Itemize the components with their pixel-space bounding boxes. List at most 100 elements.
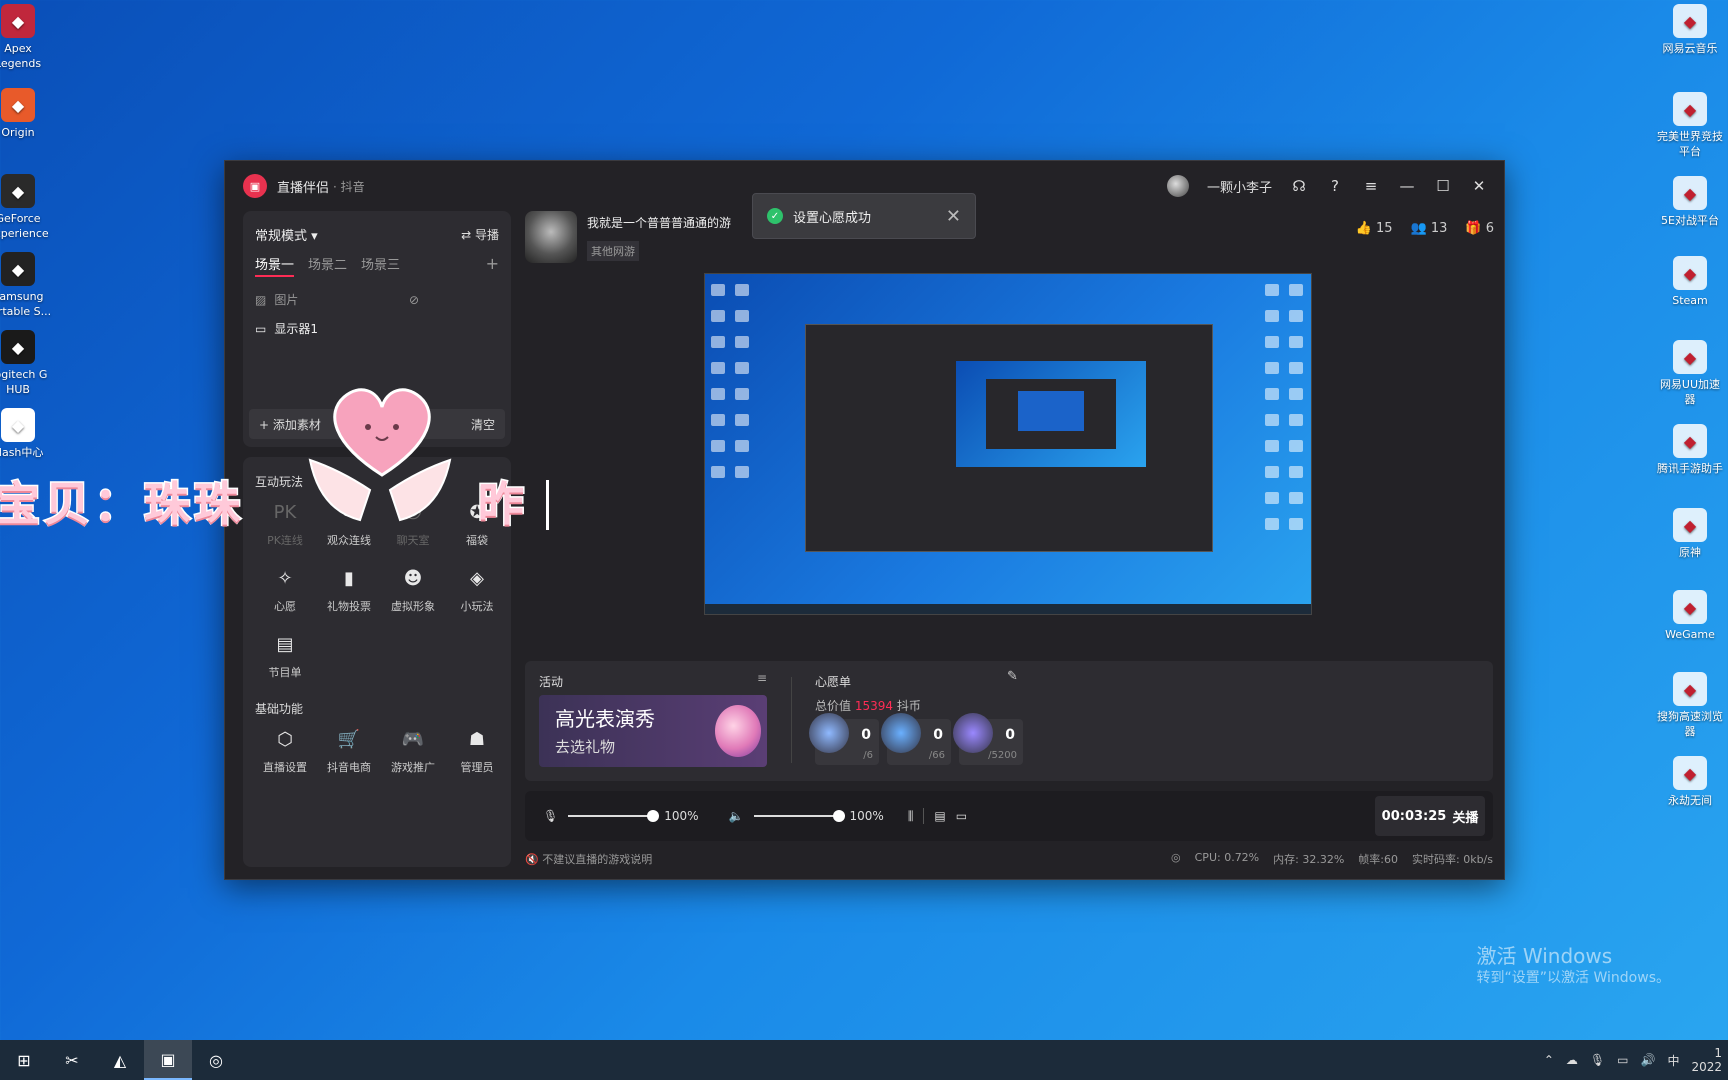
source-display[interactable]: ▭ 显示器1 xyxy=(255,320,499,337)
gamepad-icon: 🎮 xyxy=(401,728,425,750)
tool-gamepad[interactable]: 🎮 游戏推广 xyxy=(383,725,443,775)
wish-gift[interactable]: 0/5200 xyxy=(953,713,1023,765)
source-image[interactable]: ▨ 图片 ⊘ xyxy=(255,291,499,308)
windows-taskbar: ⊞ ✂ ◭ ▣ ◎ ⌃ ☁ 🎙 ▭ 🔊 中 1 2022 xyxy=(0,1040,1728,1080)
app-icon[interactable]: ◭ xyxy=(96,1040,144,1080)
stream-stats: 👍 15 👥 13 🎁 6 xyxy=(1356,221,1494,236)
desktop-icon[interactable]: ◆Apex Legends xyxy=(0,4,58,71)
streamer-avatar[interactable] xyxy=(525,211,577,263)
desktop-icon[interactable]: ◆ 腾讯手游助手 xyxy=(1650,424,1728,476)
clock[interactable]: 1 2022 xyxy=(1691,1046,1722,1074)
add-source-button[interactable]: + 添加素材 xyxy=(259,416,321,433)
network-icon[interactable]: ▭ xyxy=(1617,1053,1628,1067)
tool-program[interactable]: ▤ 节目单 xyxy=(255,630,315,680)
edit-icon[interactable]: ✎ xyxy=(1007,669,1018,684)
tool-wish[interactable]: ✧ 心愿 xyxy=(255,564,315,614)
tray-up-icon[interactable]: ⌃ xyxy=(1544,1053,1554,1067)
user-name[interactable]: 一颗小李子 xyxy=(1207,177,1272,196)
layout-icon[interactable]: ▤ xyxy=(934,809,945,823)
stream-title[interactable]: 我就是一个普普普通通的游 xyxy=(587,214,731,231)
stream-preview[interactable] xyxy=(704,273,1312,615)
desktop-icon[interactable]: ◆Samsung Portable S... xyxy=(0,252,58,319)
desktop-icon[interactable]: ◆GeForce Experience xyxy=(0,174,58,241)
desktop-icon[interactable]: ◆ WeGame xyxy=(1650,590,1728,642)
activity-menu-icon[interactable]: ≡ xyxy=(757,671,767,685)
desktop-icon[interactable]: ◆ 搜狗高速浏览 器 xyxy=(1650,672,1728,739)
pk-icon: PK xyxy=(273,501,297,523)
tool-admin[interactable]: ☗ 管理员 xyxy=(447,725,507,775)
activate-windows-watermark: 激活 Windows 转到“设置”以激活 Windows。 xyxy=(1476,944,1670,986)
tab-scene-1[interactable]: 场景一 xyxy=(255,254,295,277)
tab-scene-3[interactable]: 场景三 xyxy=(361,254,400,277)
admin-icon: ☗ xyxy=(468,728,486,750)
mode-select[interactable]: 常规模式 ▾ xyxy=(255,225,318,244)
mic-icon[interactable]: 🎙 xyxy=(543,809,558,823)
tencent-icon: ◆ xyxy=(1673,424,1707,458)
tool-ecommerce[interactable]: 🛒 抖音电商 xyxy=(319,725,379,775)
user-avatar[interactable] xyxy=(1166,175,1189,197)
mini-game-icon: ◈ xyxy=(470,567,484,589)
headset-icon[interactable]: ☊ xyxy=(1290,177,1308,195)
desktop-icon[interactable]: ◆ Steam xyxy=(1650,256,1728,308)
speaker-volume-slider[interactable] xyxy=(753,810,845,822)
program-icon: ▤ xyxy=(276,633,294,655)
gift-vote-icon: ▮ xyxy=(344,567,354,589)
tool-avatar[interactable]: ☻ 虚拟形象 xyxy=(383,564,443,614)
speaker-icon[interactable]: 🔈 xyxy=(729,809,744,823)
frame-rate: 帧率:60 xyxy=(1358,853,1398,866)
tab-scene-2[interactable]: 场景二 xyxy=(308,254,347,277)
cpu-usage: CPU: 0.72% xyxy=(1194,851,1260,864)
mic-tray-icon[interactable]: 🎙 xyxy=(1590,1053,1605,1067)
help-icon[interactable]: ? xyxy=(1326,177,1344,195)
wegame-icon: ◆ xyxy=(1673,590,1707,624)
add-scene-icon[interactable]: + xyxy=(486,254,499,277)
toast-close-icon[interactable]: ✕ xyxy=(946,206,961,227)
wish-gift[interactable]: 0/6 xyxy=(809,713,879,765)
live-companion-taskbar-icon[interactable]: ▣ xyxy=(144,1040,192,1080)
desktop-icon[interactable]: ◆ 完美世界竞技 平台 xyxy=(1650,92,1728,159)
stop-live-button[interactable]: 00:03:25 关播 xyxy=(1375,796,1485,836)
desktop-icon[interactable]: ◆Logitech G HUB xyxy=(0,330,58,397)
capcut-icon[interactable]: ✂ xyxy=(48,1040,96,1080)
volume-icon[interactable]: 🔊 xyxy=(1640,1053,1655,1067)
sogou-icon: ◆ xyxy=(1673,672,1707,706)
tool-mini-game[interactable]: ◈ 小玩法 xyxy=(447,564,507,614)
camera-icon[interactable]: ▭ xyxy=(956,809,967,823)
app-name: 直播伴侣 xyxy=(277,180,330,196)
streamer-info: 我就是一个普普普通通的游 其他网游 xyxy=(525,211,731,263)
desktop-icon[interactable]: ◆ 永劫无间 xyxy=(1650,756,1728,808)
highlight-show-banner[interactable]: 高光表演秀 去选礼物 xyxy=(539,695,767,767)
speaker-volume-value: 100% xyxy=(849,809,884,823)
hidden-eye-icon[interactable]: ⊘ xyxy=(409,293,419,307)
desktop-icon[interactable]: ◆ 网易云音乐 xyxy=(1650,4,1728,56)
wish-gift[interactable]: 0/66 xyxy=(881,713,951,765)
monitor-icon: ▭ xyxy=(255,321,267,336)
task-view-icon[interactable]: ⊞ xyxy=(0,1040,48,1080)
tool-live-settings[interactable]: ⬡ 直播设置 xyxy=(255,725,315,775)
status-footer: 🔇 不建议直播的游戏说明 ◎ CPU: 0.72% 内存: 32.32% 帧率:… xyxy=(525,851,1493,867)
desktop-icon[interactable]: ◆ 原神 xyxy=(1650,508,1728,560)
guide-button[interactable]: ⇄ 导播 xyxy=(461,226,499,243)
desktop-icon[interactable]: ◆ 网易UU加速 器 xyxy=(1650,340,1728,407)
game-notice-link[interactable]: 🔇 不建议直播的游戏说明 xyxy=(525,851,652,867)
maximize-button[interactable]: ☐ xyxy=(1434,177,1452,195)
obs-icon[interactable]: ◎ xyxy=(192,1040,240,1080)
cloud-icon[interactable]: ☁ xyxy=(1566,1053,1578,1067)
clear-button[interactable]: 清空 xyxy=(471,416,495,433)
mixer-icon[interactable]: ⫼ xyxy=(908,809,914,824)
nested-preview xyxy=(805,324,1213,552)
minimize-button[interactable]: — xyxy=(1398,177,1416,195)
mic-volume-slider[interactable] xyxy=(568,810,660,822)
naraka-icon: ◆ xyxy=(1673,756,1707,790)
stream-category[interactable]: 其他网游 xyxy=(587,240,639,261)
toast-message: 设置心愿成功 xyxy=(793,210,872,226)
close-button[interactable]: ✕ xyxy=(1470,177,1488,195)
desktop-icon[interactable]: ◆Flash中心 xyxy=(0,408,58,460)
desktop-icon[interactable]: ◆ 5E对战平台 xyxy=(1650,176,1728,228)
tool-gift-vote[interactable]: ▮ 礼物投票 xyxy=(319,564,379,614)
menu-icon[interactable]: ≡ xyxy=(1362,177,1380,195)
performance-icon: ◎ xyxy=(1171,851,1181,864)
ime-indicator[interactable]: 中 xyxy=(1667,1052,1679,1069)
memory-usage: 内存: 32.32% xyxy=(1273,853,1345,866)
desktop-icon[interactable]: ◆ Origin xyxy=(0,88,58,140)
